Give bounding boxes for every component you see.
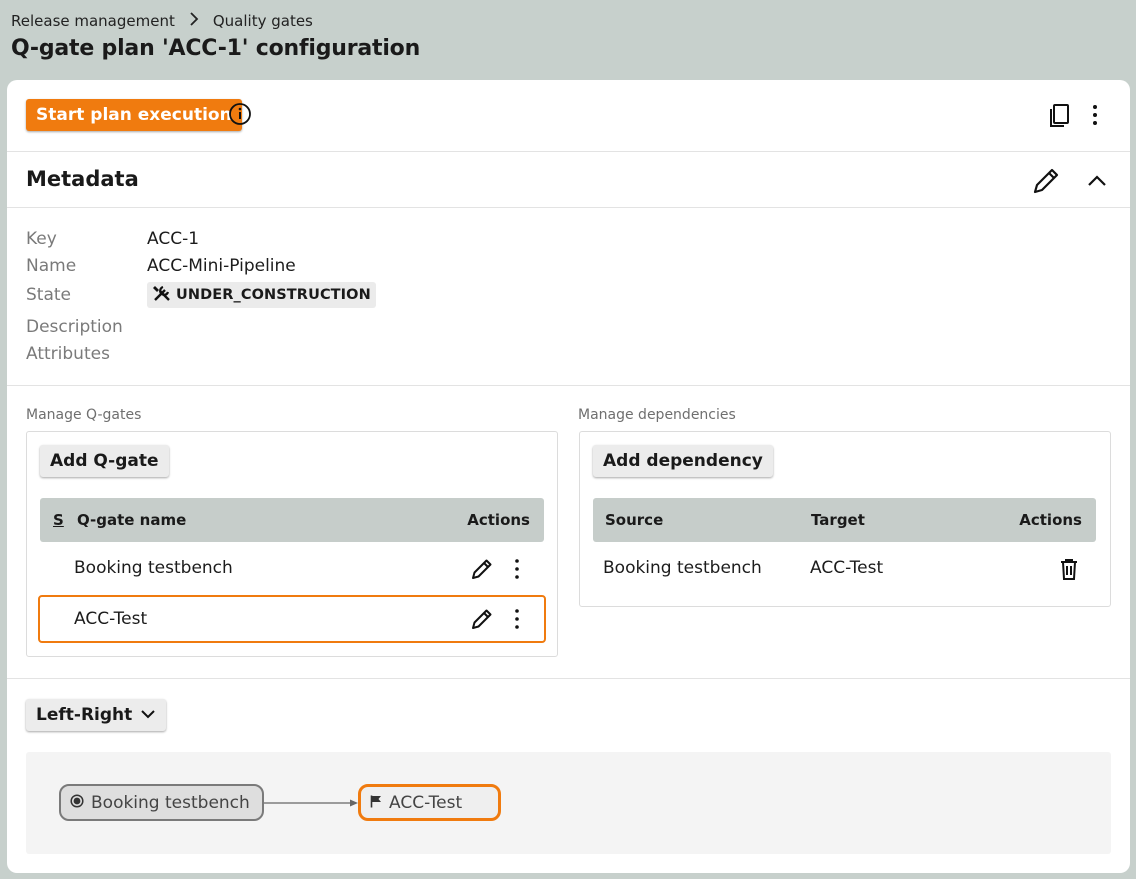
name-label: Name (26, 256, 77, 276)
graph-edge-arrow (264, 799, 358, 807)
table-row[interactable]: Booking testbench ACC-Test (593, 546, 1096, 592)
trash-icon[interactable] (1057, 557, 1081, 581)
graph-node-label: Booking testbench (91, 792, 250, 813)
table-row[interactable]: Booking testbench (40, 546, 544, 592)
tools-icon (152, 284, 172, 306)
radio-dot-icon (70, 793, 84, 813)
graph-node-acc-test[interactable]: ACC-Test (358, 784, 501, 821)
copy-icon[interactable] (1047, 102, 1073, 128)
meta-name-row: Name ACC-Mini-Pipeline (26, 256, 296, 276)
meta-attributes-row: Attributes (26, 344, 147, 364)
pencil-icon[interactable] (470, 607, 494, 631)
attributes-label: Attributes (26, 344, 110, 364)
pencil-icon[interactable] (470, 557, 494, 581)
state-label: State (26, 285, 71, 305)
state-badge: UNDER_CONSTRUCTION (147, 282, 376, 308)
meta-state-row: State UNDER_CONSTRUCTION (26, 282, 376, 308)
chevron-down-icon (140, 705, 156, 725)
col-qgate-name[interactable]: Q-gate name (77, 511, 186, 529)
metadata-header: Metadata (7, 153, 1130, 208)
layout-direction-select[interactable]: Left-Right (26, 699, 167, 731)
plan-card: Start plan execution Metadata Key ACC-1 … (7, 80, 1130, 873)
breadcrumb: Release management Quality gates (11, 12, 313, 30)
more-options-icon[interactable] (505, 607, 529, 631)
breadcrumb-quality-gates[interactable]: Quality gates (213, 12, 313, 30)
col-status[interactable]: S (53, 511, 64, 529)
manage-qgates-label: Manage Q-gates (26, 407, 142, 423)
qgate-name: ACC-Test (74, 609, 148, 629)
start-plan-execution-button[interactable]: Start plan execution (26, 99, 242, 131)
toolbar: Start plan execution (7, 80, 1130, 152)
meta-key-row: Key ACC-1 (26, 229, 199, 249)
breadcrumb-release-management[interactable]: Release management (11, 12, 175, 30)
add-dependency-button[interactable]: Add dependency (593, 445, 773, 477)
more-options-icon[interactable] (505, 557, 529, 581)
edit-metadata-pencil-icon[interactable] (1031, 166, 1061, 196)
qgate-name: Booking testbench (74, 558, 233, 578)
page-title: Q-gate plan 'ACC-1' configuration (11, 36, 421, 61)
metadata-title: Metadata (26, 167, 139, 191)
metadata-body: Key ACC-1 Name ACC-Mini-Pipeline State U… (7, 209, 1130, 386)
table-row-selected[interactable]: ACC-Test (38, 595, 546, 643)
dependency-source: Booking testbench (603, 558, 762, 578)
col-source[interactable]: Source (605, 511, 663, 529)
graph-node-booking-testbench[interactable]: Booking testbench (59, 784, 264, 821)
chevron-right-icon (189, 12, 199, 30)
dependencies-table-header: Source Target Actions (593, 498, 1096, 542)
info-icon[interactable] (228, 102, 252, 126)
name-value: ACC-Mini-Pipeline (147, 256, 296, 276)
chevron-up-icon[interactable] (1085, 169, 1109, 193)
key-value: ACC-1 (147, 229, 200, 249)
qgates-panel: Add Q-gate S Q-gate name Actions Booking… (26, 431, 558, 657)
key-label: Key (26, 229, 57, 249)
add-qgate-button[interactable]: Add Q-gate (40, 445, 169, 477)
col-dependency-actions: Actions (1019, 511, 1082, 529)
dependency-target: ACC-Test (810, 558, 884, 578)
qgates-table-header: S Q-gate name Actions (40, 498, 544, 542)
graph-node-label: ACC-Test (389, 792, 463, 813)
col-target[interactable]: Target (811, 511, 865, 529)
more-options-icon[interactable] (1083, 102, 1107, 128)
dependencies-panel: Add dependency Source Target Actions Boo… (579, 431, 1111, 607)
flag-icon (370, 793, 382, 813)
col-qgate-actions: Actions (467, 511, 530, 529)
graph-section: Left-Right Booking testbench ACC-Test (7, 678, 1130, 873)
manage-dependencies-label: Manage dependencies (578, 407, 736, 423)
description-label: Description (26, 317, 123, 337)
meta-description-row: Description (26, 317, 147, 337)
dependency-graph: Booking testbench ACC-Test (26, 752, 1111, 854)
layout-direction-value: Left-Right (36, 705, 133, 725)
state-value: UNDER_CONSTRUCTION (176, 287, 371, 303)
